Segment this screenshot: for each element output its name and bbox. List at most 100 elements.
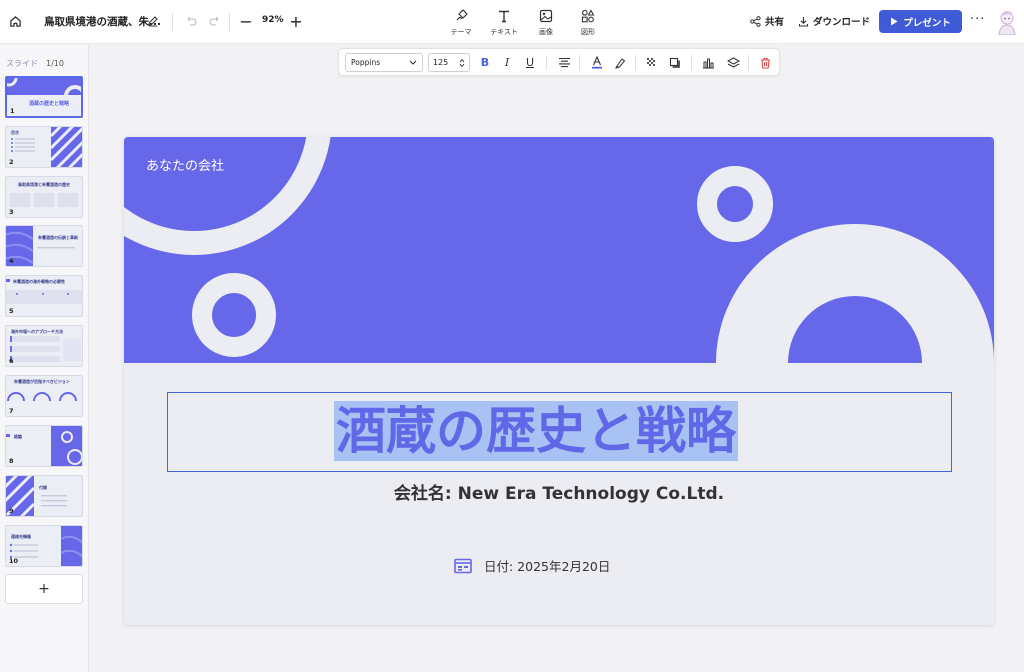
thumbnail-title: 朱鷺酒造の海外戦略の必要性 [13,279,65,284]
text-icon [497,8,511,24]
home-icon[interactable] [6,12,24,30]
slide-subtitle[interactable]: 会社名: New Era Technology Co.Ltd. [124,479,994,504]
slide-thumbnail-2[interactable]: 目次 2 [5,126,83,168]
thumbnail-number: 8 [9,457,14,465]
calendar-icon [454,558,472,573]
divider [635,55,636,70]
align-center-button[interactable] [556,54,572,71]
thumbnail-title: 海外市場へのアプローチ方法 [11,329,63,334]
underline-button[interactable]: U [522,54,538,71]
download-label: ダウンロード [813,17,871,28]
rename-pencil-icon[interactable] [146,13,160,29]
zoom-in-button[interactable]: + [289,12,303,31]
tool-label: 画像 [539,28,553,36]
undo-icon[interactable] [184,13,198,29]
user-avatar[interactable] [994,8,1020,36]
bar-chart-icon [702,58,714,68]
slide-thumbnail-8[interactable]: 結論 8 [5,425,83,467]
thumbnail-number: 7 [9,407,14,415]
download-icon [798,16,809,27]
thumbnail-title: 結論 [14,434,22,439]
transparency-icon [646,58,655,66]
thumbnail-number: 5 [9,307,14,315]
text-format-toolbar: Poppins 125 B I U [338,48,780,76]
shadow-button[interactable] [667,54,683,71]
font-size-value: 125 [433,58,449,67]
chart-button[interactable] [700,54,716,71]
share-label: 共有 [765,17,785,28]
slide-thumbnail-3[interactable]: 鳥取県境港と朱鷺酒造の歴史 3 [5,176,83,218]
top-bar: 鳥取県境港の酒蔵、朱... − 92% + テーマ テキスト 画像 図形 共有 … [0,0,1024,44]
thumbnail-title: 目次 [11,130,19,135]
thumbnail-number: 9 [9,507,14,515]
layers-button[interactable] [725,54,741,71]
decorative-circles [124,137,994,363]
image-icon [539,8,553,24]
slide-thumbnail-7[interactable]: 朱鷺酒造が目指すべきビジョン 7 [5,375,83,417]
more-options-button[interactable]: ··· [970,12,985,27]
download-button[interactable]: ダウンロード [798,14,870,28]
date-row[interactable]: 日付: 2025年2月20日 [454,556,610,575]
thumbnail-title: 鳥取県境港と朱鷺酒造の歴史 [18,182,70,187]
thumbnail-number: 1 [10,107,15,115]
slide-sidebar: スライド 1/10 酒蔵の歴史と戦略 1 目次 2 鳥取県境港と朱鷺酒造の歴史 3… [0,45,89,672]
thumbnail-number: 2 [9,158,14,166]
slide-thumbnail-4[interactable]: 朱鷺酒造の伝統と革新 4 [5,225,83,267]
thumbnail-title: 付録 [39,485,47,490]
redo-icon[interactable] [208,13,222,29]
text-color-icon [592,56,602,69]
shapes-icon [581,8,595,24]
thumbnail-number: 10 [9,557,19,565]
thumbnail-title: 朱鷺酒造が目指すべきビジョン [14,379,70,384]
divider [546,55,547,70]
divider [172,13,173,31]
slide-counter: スライド 1/10 [6,58,64,69]
thumbnail-number: 4 [9,257,14,265]
bold-button[interactable]: B [477,54,493,71]
zoom-level[interactable]: 92% [262,15,284,25]
zoom-out-button[interactable]: − [239,12,253,31]
title-text-box[interactable]: 酒蔵の歴史と戦略 [167,392,952,472]
divider [748,55,749,70]
font-size-stepper[interactable]: 125 [428,53,470,72]
share-icon [750,15,761,27]
divider [579,55,580,70]
slide-thumbnail-9[interactable]: 付録 9 [5,475,83,517]
tool-label: テキスト [490,28,518,36]
transparency-button[interactable] [643,54,659,71]
text-color-button[interactable] [589,54,605,71]
present-label: プレゼント [903,17,951,29]
shapes-tool-button[interactable]: 図形 [566,8,610,38]
company-label[interactable]: あなたの会社 [146,155,224,174]
trash-icon [760,57,770,69]
image-tool-button[interactable]: 画像 [524,8,568,38]
slide-thumbnail-1[interactable]: 酒蔵の歴史と戦略 1 [5,76,83,118]
thumbnail-art [6,226,75,266]
slide-thumbnail-6[interactable]: 海外市場へのアプローチ方法 6 [5,325,83,367]
add-slide-button[interactable]: + [5,574,83,604]
thumbnail-number: 6 [9,357,14,365]
delete-button[interactable] [757,54,773,71]
play-icon [891,17,898,26]
theme-tool-button[interactable]: テーマ [439,8,483,38]
highlight-button[interactable] [612,54,628,71]
shadow-icon [669,57,680,68]
italic-button[interactable]: I [499,54,515,71]
thumbnail-title: 朱鷺酒造の伝統と革新 [38,235,78,240]
font-family-select[interactable]: Poppins [345,53,423,72]
divider [229,13,230,31]
tool-label: 図形 [581,28,595,36]
divider [691,55,692,70]
thumbnail-art [6,426,82,466]
text-tool-button[interactable]: テキスト [482,8,526,38]
slide-title[interactable]: 酒蔵の歴史と戦略 [334,401,738,461]
slide-thumbnail-10[interactable]: 連絡先情報 10 [5,525,83,567]
present-button[interactable]: プレゼント [879,10,962,33]
document-title[interactable]: 鳥取県境港の酒蔵、朱... [44,14,161,29]
slide-canvas[interactable]: あなたの会社 酒蔵の歴史と戦略 会社名: New Era Technology … [124,137,994,625]
tool-label: テーマ [450,28,472,36]
highlighter-icon [615,57,626,69]
share-button[interactable]: 共有 [750,14,784,28]
slide-thumbnail-5[interactable]: 朱鷺酒造の海外戦略の必要性 5 [5,275,83,317]
slide-counter-label: スライド [6,59,38,68]
